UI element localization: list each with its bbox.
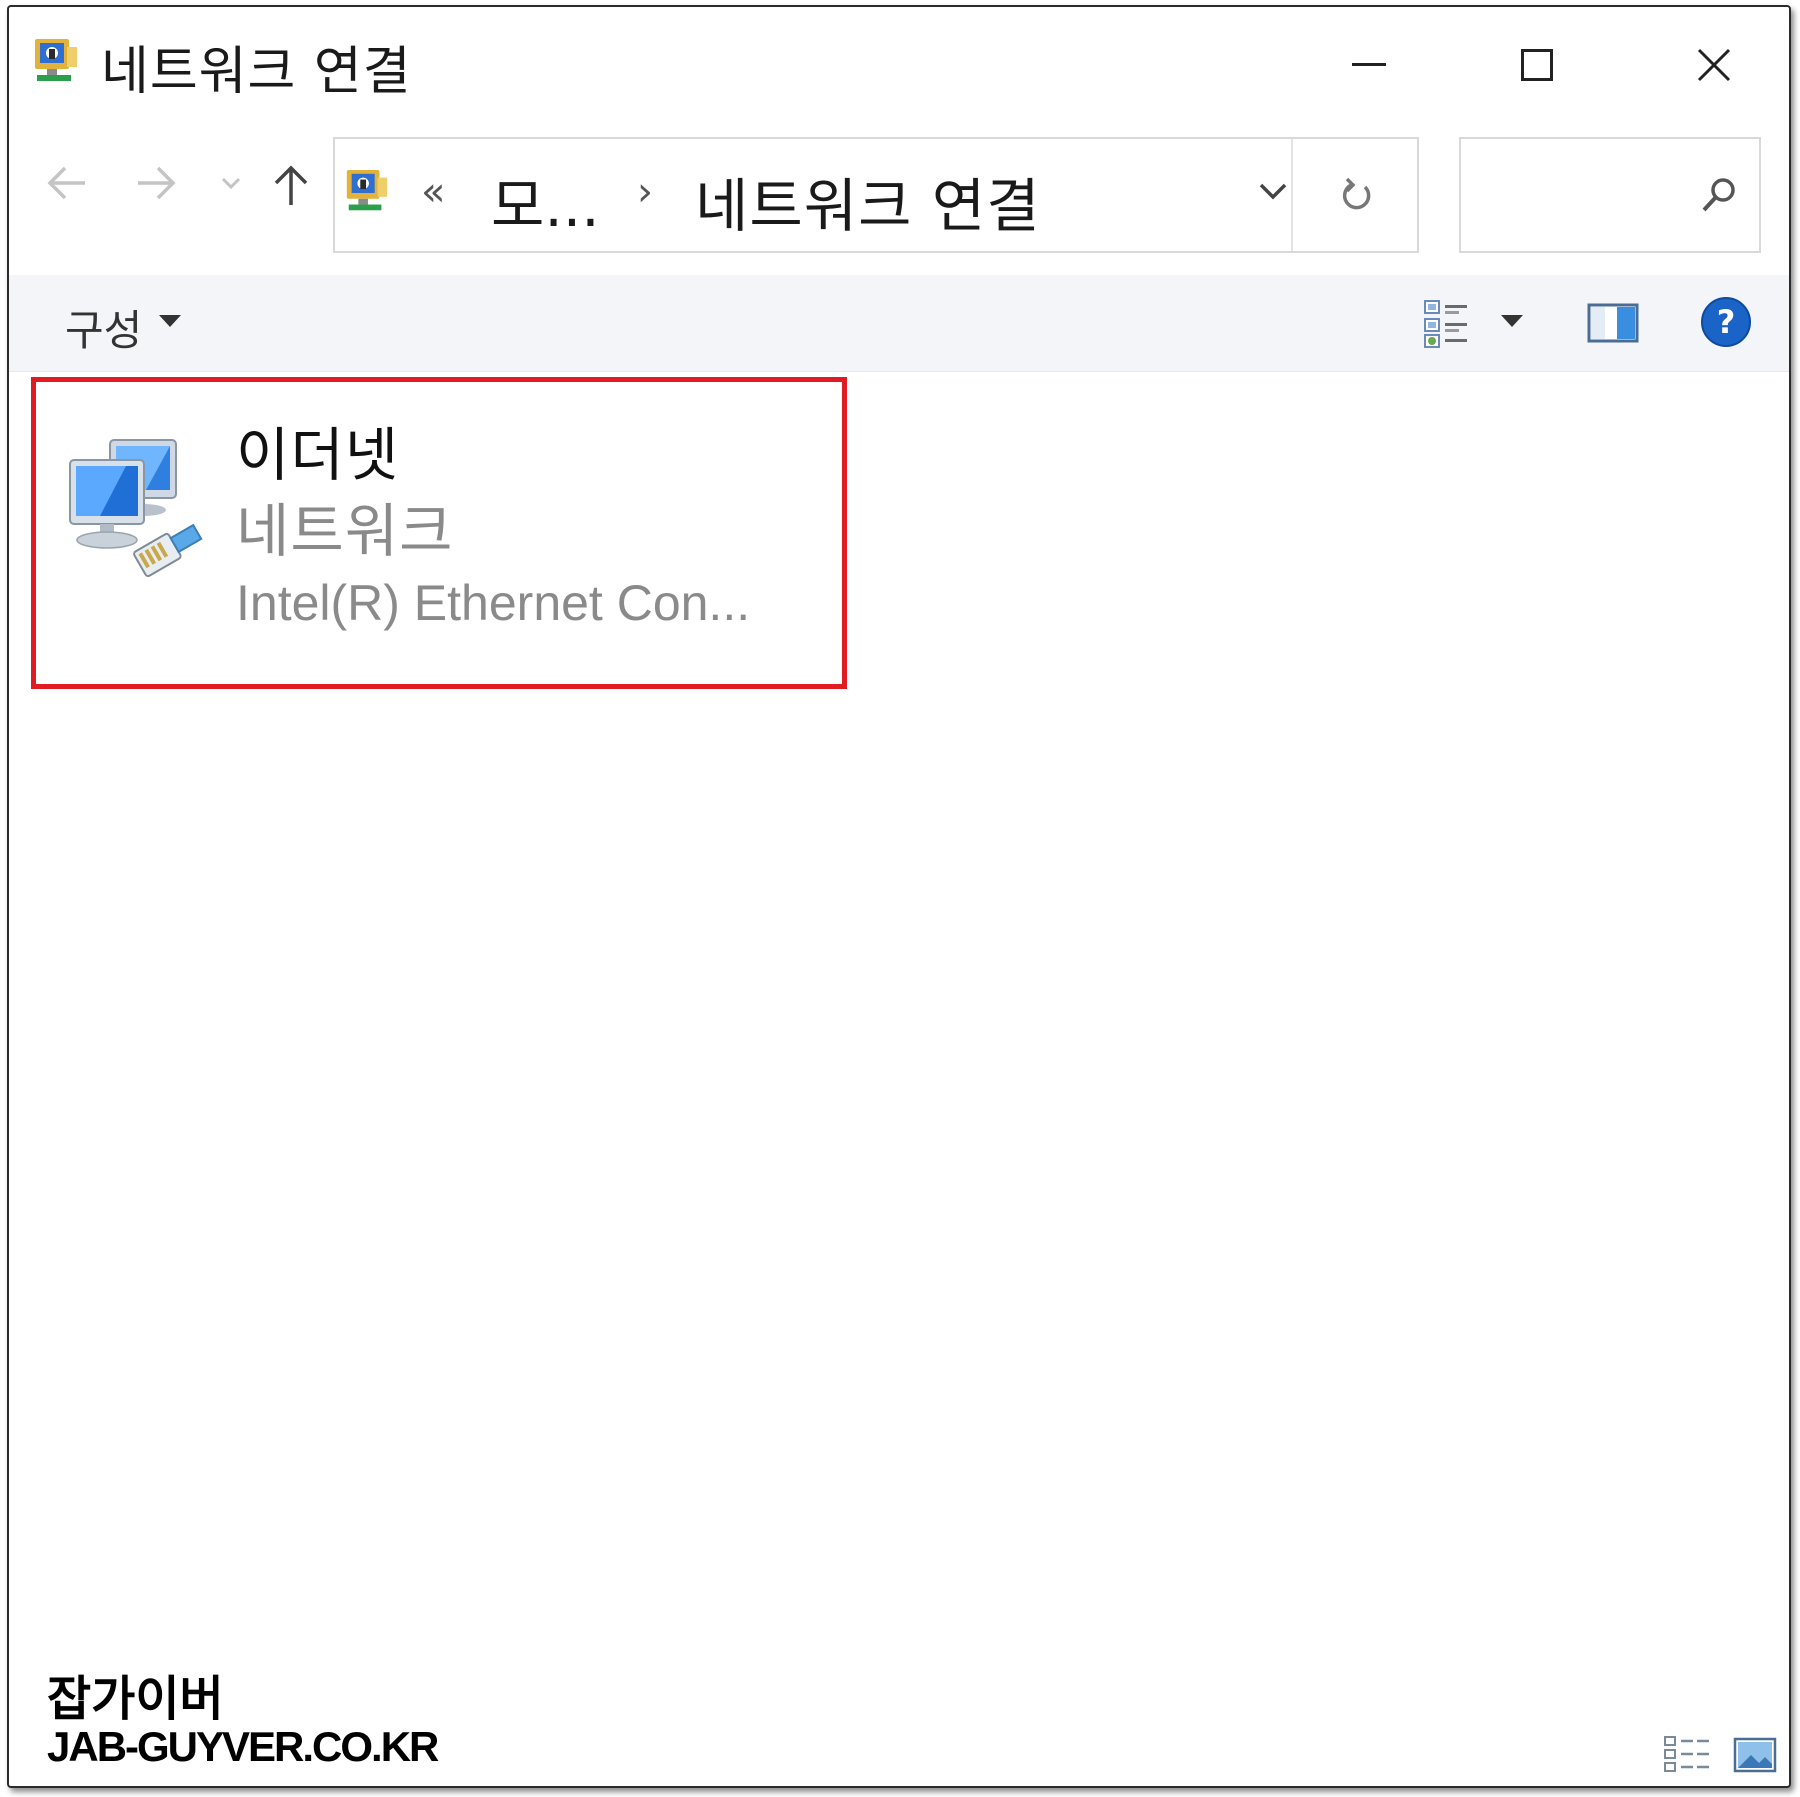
help-glyph: ?: [1717, 303, 1736, 341]
network-connections-window: 네트워크 연결 « 모... › 네트워크 연결 구성 ? 이더넷 네트워크 I…: [7, 5, 1791, 1788]
minimize-icon: [1352, 63, 1386, 66]
network-adapter-item[interactable]: 이더넷 네트워크 Intel(R) Ethernet Con...: [31, 377, 847, 689]
watermark-url: JAB-GUYVER.CO.KR: [47, 1723, 439, 1770]
watermark-korean: 잡가이버: [46, 1670, 225, 1728]
up-arrow-icon[interactable]: [271, 163, 311, 207]
recent-locations-chevron-icon[interactable]: [219, 163, 243, 203]
back-arrow-icon[interactable]: [45, 163, 89, 203]
search-input[interactable]: [1471, 169, 1675, 221]
adapter-device: Intel(R) Ethernet Con...: [236, 575, 751, 631]
command-bar: 구성 ?: [9, 275, 1789, 372]
change-view-icon[interactable]: [1421, 297, 1473, 349]
close-icon: [1697, 48, 1731, 82]
search-box[interactable]: [1459, 137, 1761, 253]
network-connections-icon: [346, 169, 388, 211]
refresh-icon: [1342, 177, 1371, 210]
search-icon[interactable]: [1699, 175, 1739, 215]
breadcrumb-separator[interactable]: ›: [637, 169, 653, 215]
navigation-bar: « 모... › 네트워크 연결: [9, 125, 1789, 263]
network-connections-icon: [35, 39, 77, 81]
organize-menu-button[interactable]: 구성: [65, 297, 142, 358]
window-title: 네트워크 연결: [101, 42, 412, 102]
address-bar[interactable]: « 모... › 네트워크 연결: [333, 137, 1419, 253]
close-button[interactable]: [1654, 29, 1774, 101]
large-icons-view-icon[interactable]: [1733, 1737, 1777, 1773]
maximize-icon: [1521, 49, 1553, 81]
preview-pane-icon[interactable]: [1587, 303, 1639, 343]
hidden-path-chevron[interactable]: «: [421, 169, 445, 215]
minimize-button[interactable]: [1309, 29, 1429, 101]
ethernet-adapter-icon: [69, 439, 203, 578]
help-icon[interactable]: ?: [1699, 295, 1753, 349]
adapter-name: 이더넷: [236, 421, 400, 489]
maximize-button[interactable]: [1477, 29, 1597, 101]
title-bar: 네트워크 연결: [9, 7, 1789, 125]
forward-arrow-icon[interactable]: [134, 163, 178, 203]
adapter-status: 네트워크: [236, 497, 454, 565]
breadcrumb-parent[interactable]: 모...: [491, 159, 600, 243]
organize-dropdown-caret-icon[interactable]: [157, 313, 183, 329]
refresh-button[interactable]: [1295, 139, 1417, 251]
breadcrumb-current[interactable]: 네트워크 연결: [695, 159, 1041, 243]
address-divider: [1291, 139, 1293, 251]
details-view-icon[interactable]: [1663, 1735, 1713, 1775]
view-dropdown-caret-icon[interactable]: [1499, 313, 1525, 329]
